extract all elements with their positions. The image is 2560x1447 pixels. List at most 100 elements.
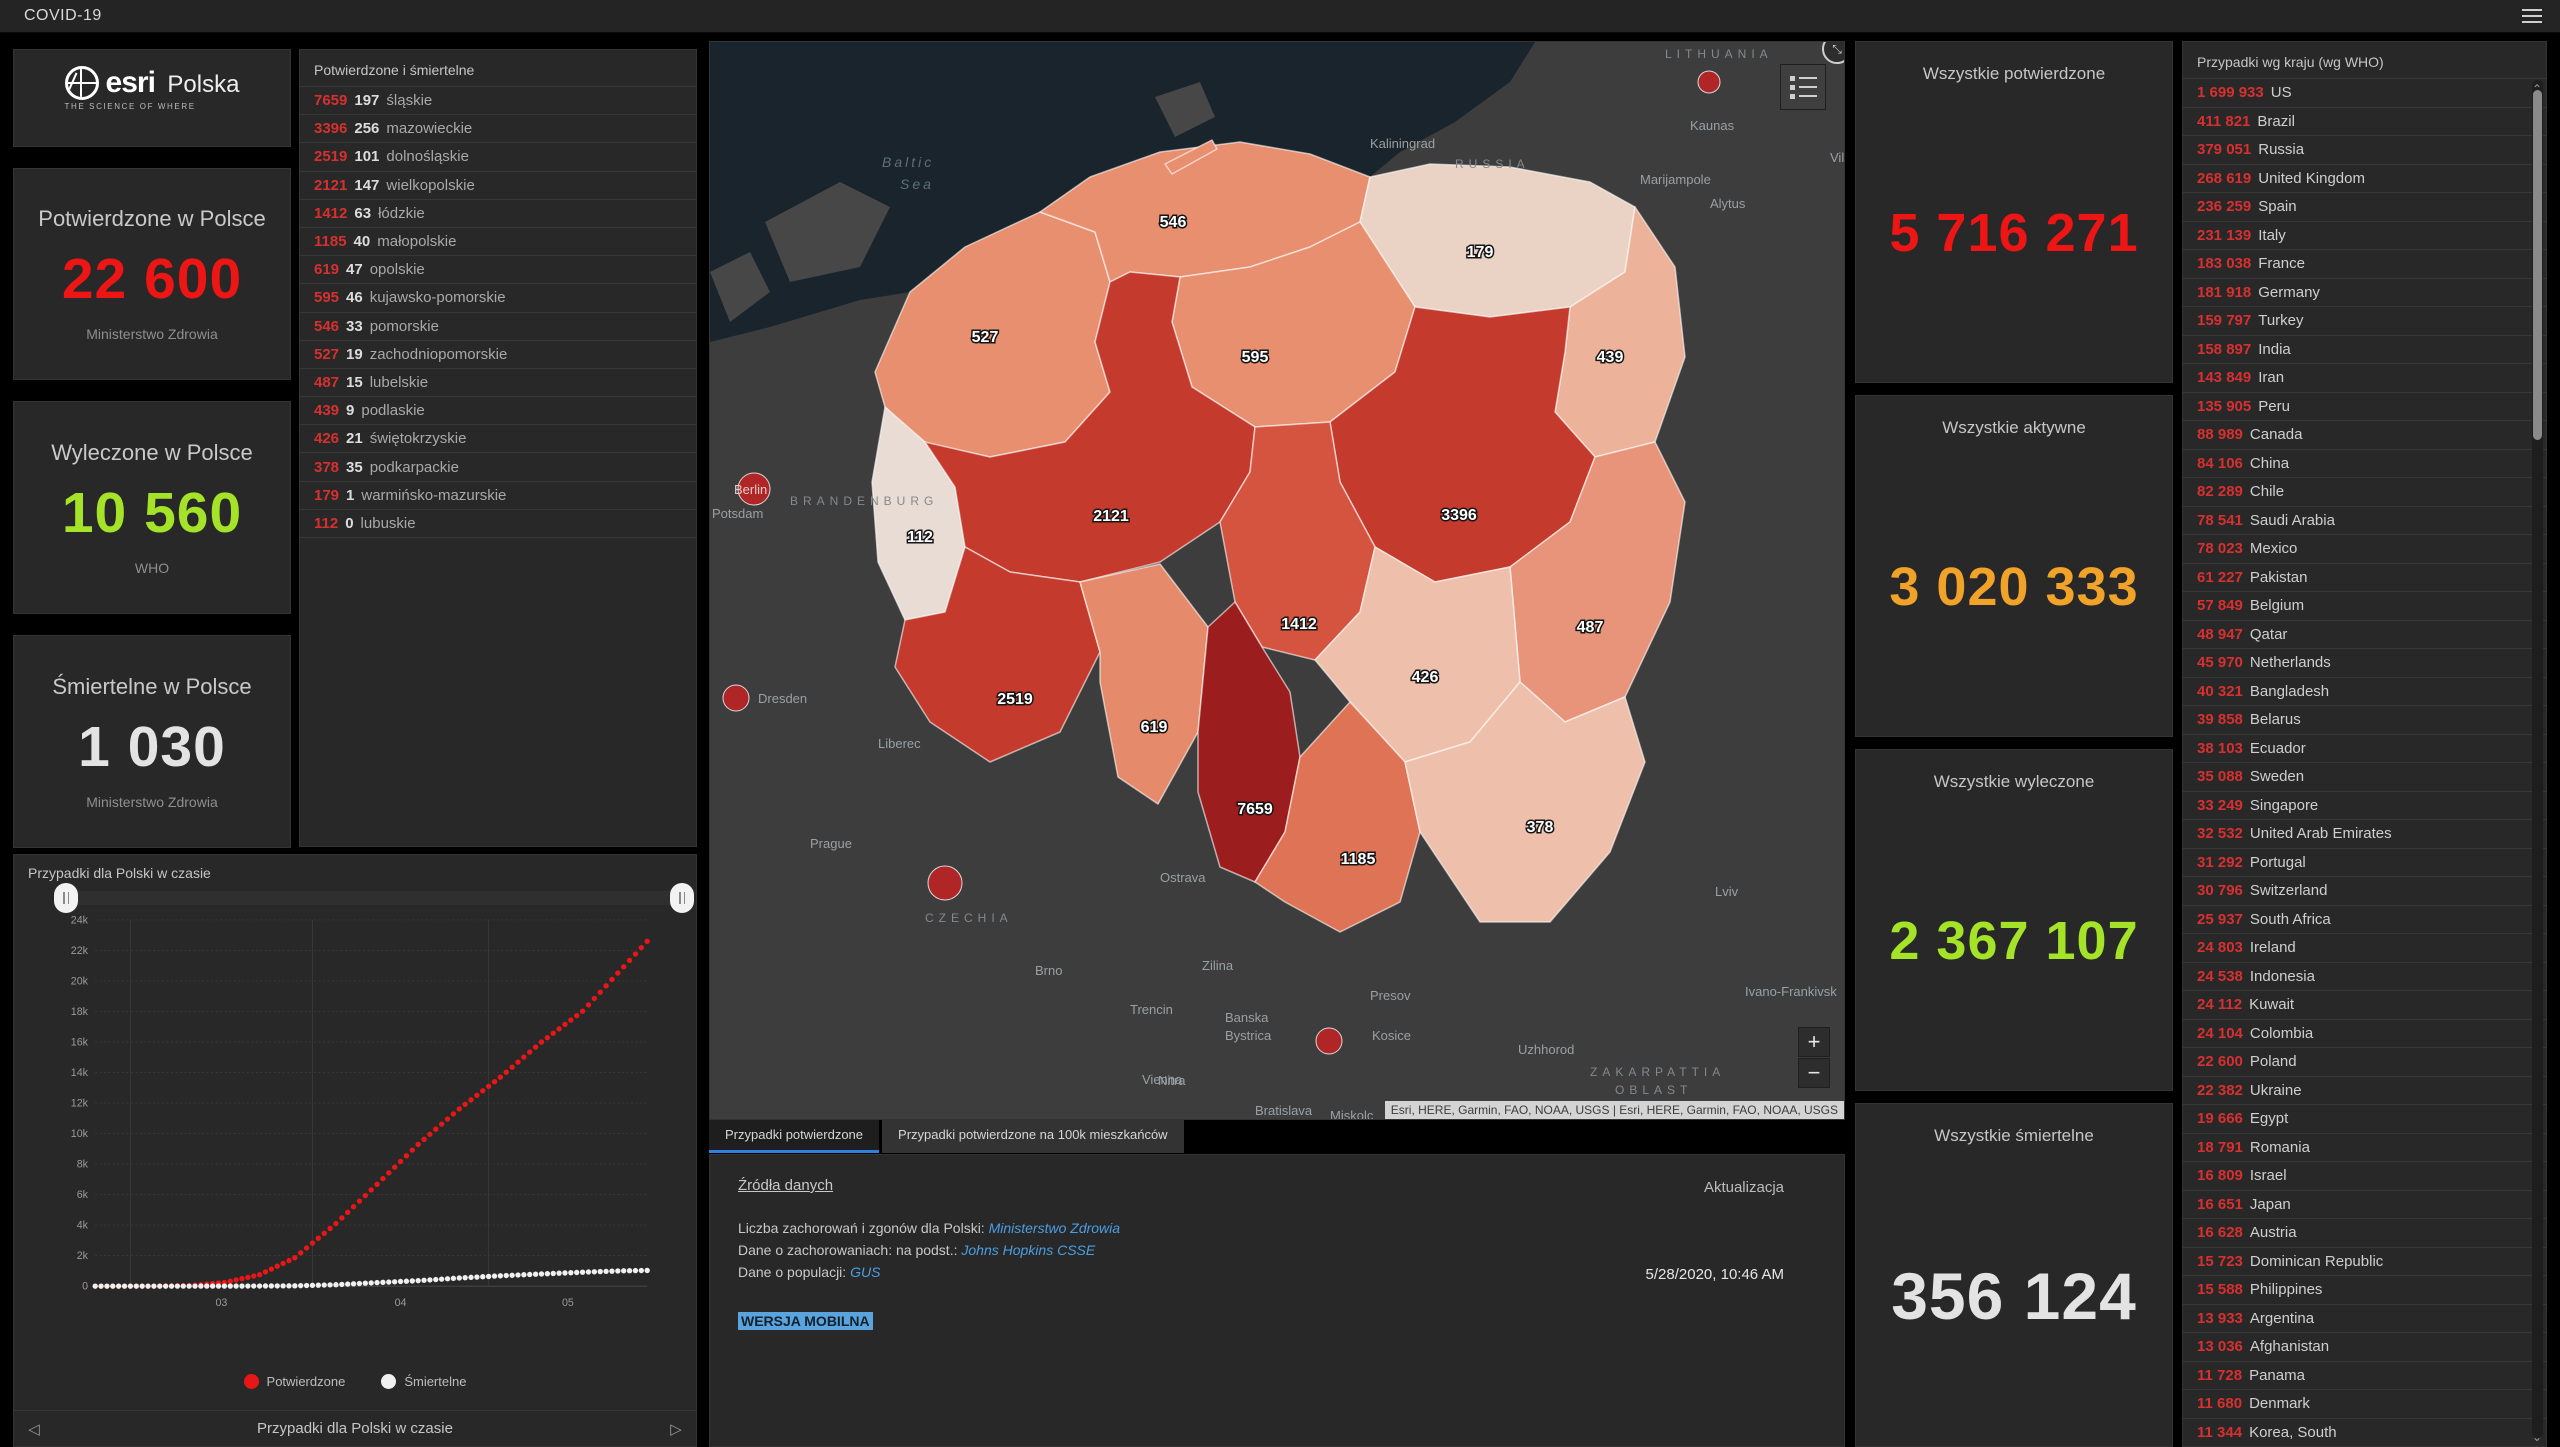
country-row[interactable]: 159 797 Turkey	[2183, 307, 2546, 336]
country-row[interactable]: 236 259 Spain	[2183, 193, 2546, 222]
stat-global-deaths: Wszystkie śmiertelne 356 124	[1855, 1103, 2173, 1447]
chart-prev-icon[interactable]: ◁	[14, 1420, 54, 1438]
country-row[interactable]: 57 849 Belgium	[2183, 592, 2546, 621]
country-row[interactable]: 48 947 Qatar	[2183, 621, 2546, 649]
voivodeship-row[interactable]: 3396 256 mazowieckie	[300, 115, 696, 144]
slider-handle-right[interactable]	[670, 883, 694, 913]
country-row[interactable]: 82 289 Chile	[2183, 478, 2546, 507]
country-row[interactable]: 13 036 Afghanistan	[2183, 1333, 2546, 1362]
voivodeship-row[interactable]: 439 9 podlaskie	[300, 397, 696, 426]
country-row[interactable]: 11 344 Korea, South	[2183, 1419, 2546, 1447]
voivodeship-row[interactable]: 179 1 warmińsko-mazurskie	[300, 482, 696, 510]
country-row[interactable]: 78 023 Mexico	[2183, 535, 2546, 564]
country-row[interactable]: 268 619 United Kingdom	[2183, 165, 2546, 193]
zoom-in-button[interactable]: +	[1798, 1027, 1830, 1057]
country-row[interactable]: 18 791 Romania	[2183, 1134, 2546, 1162]
country-row[interactable]: 33 249 Singapore	[2183, 792, 2546, 820]
country-row[interactable]: 84 106 China	[2183, 450, 2546, 478]
country-row[interactable]: 231 139 Italy	[2183, 222, 2546, 250]
country-row[interactable]: 40 321 Bangladesh	[2183, 678, 2546, 706]
source-link[interactable]: Ministerstwo Zdrowia	[989, 1220, 1120, 1236]
country-row[interactable]: 22 600 Poland	[2183, 1048, 2546, 1077]
svg-text:14k: 14k	[71, 1067, 89, 1079]
country-row[interactable]: 143 849 Iran	[2183, 364, 2546, 393]
scroll-up-icon[interactable]: ⌃	[2532, 82, 2542, 96]
country-row[interactable]: 30 796 Switzerland	[2183, 877, 2546, 906]
country-row[interactable]: 61 227 Pakistan	[2183, 564, 2546, 592]
country-row[interactable]: 11 728 Panama	[2183, 1362, 2546, 1390]
voivodeship-row[interactable]: 112 0 lubuskie	[300, 510, 696, 538]
country-row[interactable]: 16 628 Austria	[2183, 1219, 2546, 1248]
country-row[interactable]: 24 112 Kuwait	[2183, 991, 2546, 1020]
country-row[interactable]: 379 051 Russia	[2183, 136, 2546, 165]
country-row[interactable]: 15 588 Philippines	[2183, 1276, 2546, 1305]
country-row[interactable]: 19 666 Egypt	[2183, 1105, 2546, 1134]
country-row[interactable]: 11 680 Denmark	[2183, 1390, 2546, 1419]
time-range-slider[interactable]	[54, 883, 694, 913]
country-row[interactable]: 183 038 France	[2183, 250, 2546, 279]
stat-label: Wyleczone w Polsce	[51, 439, 253, 465]
country-row[interactable]: 24 538 Indonesia	[2183, 963, 2546, 991]
scroll-down-icon[interactable]: ⌄	[2532, 1430, 2542, 1444]
svg-text:03: 03	[215, 1297, 227, 1309]
country-row[interactable]: 24 104 Colombia	[2183, 1020, 2546, 1048]
country-row[interactable]: 135 905 Peru	[2183, 393, 2546, 421]
voivodeship-row[interactable]: 1185 40 małopolskie	[300, 228, 696, 257]
slider-handle-left[interactable]	[54, 883, 78, 913]
map-panel[interactable]: BalticSeaLITHUANIAKaunasVilniusMarijampo…	[709, 41, 1845, 1120]
country-row[interactable]: 31 292 Portugal	[2183, 849, 2546, 877]
country-row[interactable]: 38 103 Ecuador	[2183, 735, 2546, 763]
country-row[interactable]: 158 897 India	[2183, 336, 2546, 364]
country-row[interactable]: 13 933 Argentina	[2183, 1305, 2546, 1333]
stat-global-confirmed: Wszystkie potwierdzone 5 716 271	[1855, 41, 2173, 383]
voivodeship-row[interactable]: 487 15 lubelskie	[300, 369, 696, 398]
country-row[interactable]: 24 803 Ireland	[2183, 934, 2546, 963]
voivodeship-list: 7659 197 śląskie 3396 256 mazowieckie 2519 101 d…	[300, 86, 696, 538]
country-row[interactable]: 16 809 Israel	[2183, 1162, 2546, 1191]
country-row[interactable]: 35 088 Sweden	[2183, 763, 2546, 792]
country-row[interactable]: 88 989 Canada	[2183, 421, 2546, 450]
tab-active[interactable]: Przypadki potwierdzone	[709, 1120, 880, 1153]
voivodeship-row[interactable]: 595 46 kujawsko-pomorskie	[300, 284, 696, 313]
stat-global-recovered: Wszystkie wyleczone 2 367 107	[1855, 749, 2173, 1091]
hamburger-menu-icon[interactable]	[2522, 5, 2542, 27]
case-bubble	[737, 472, 771, 506]
voivodeship-row[interactable]: 1412 63 łódzkie	[300, 200, 696, 228]
voivodeship-row[interactable]: 546 33 pomorskie	[300, 313, 696, 341]
country-row[interactable]: 411 821 Brazil	[2183, 108, 2546, 136]
legend-item[interactable]: Potwierdzone	[243, 1374, 345, 1389]
source-link[interactable]: GUS	[850, 1264, 880, 1280]
stat-value: 3 020 333	[1889, 557, 2139, 617]
svg-text:4k: 4k	[77, 1220, 89, 1232]
country-row[interactable]: 39 858 Belarus	[2183, 706, 2546, 735]
voivodeship-row[interactable]: 619 47 opolskie	[300, 256, 696, 285]
voivodeship-row[interactable]: 2519 101 dolnośląskie	[300, 143, 696, 172]
stat-source: WHO	[134, 559, 170, 576]
country-row[interactable]: 15 723 Dominican Republic	[2183, 1248, 2546, 1276]
country-row[interactable]: 32 532 United Arab Emirates	[2183, 820, 2546, 849]
country-row[interactable]: 25 937 South Africa	[2183, 906, 2546, 934]
country-row[interactable]: 16 651 Japan	[2183, 1191, 2546, 1219]
mobile-version-link[interactable]: WERSJA MOBILNA	[738, 1312, 873, 1330]
country-row[interactable]: 1 699 933 US	[2183, 79, 2546, 108]
scrollbar-thumb[interactable]	[2533, 90, 2542, 440]
country-list-scrollbar[interactable]	[2532, 80, 2543, 1438]
chart-next-icon[interactable]: ▷	[656, 1420, 696, 1438]
legend-item[interactable]: Śmiertelne	[381, 1374, 466, 1389]
tab-inactive[interactable]: Przypadki potwierdzone na 100k mieszkańc…	[882, 1120, 1184, 1153]
zoom-out-button[interactable]: −	[1798, 1058, 1830, 1088]
country-row[interactable]: 181 918 Germany	[2183, 279, 2546, 307]
logo-region: Polska	[167, 71, 240, 98]
country-row[interactable]: 78 541 Saudi Arabia	[2183, 507, 2546, 535]
country-row[interactable]: 22 382 Ukraine	[2183, 1077, 2546, 1105]
voivodeship-row[interactable]: 426 21 świętokrzyskie	[300, 425, 696, 454]
voivodeship-row[interactable]: 378 35 podkarpackie	[300, 453, 696, 482]
source-link[interactable]: Johns Hopkins CSSE	[961, 1242, 1095, 1258]
voivodeship-row[interactable]: 527 19 zachodniopomorskie	[300, 341, 696, 369]
map-legend-icon[interactable]	[1780, 64, 1826, 110]
chart-title: Przypadki dla Polski w czasie	[28, 865, 211, 881]
voivodeship-row[interactable]: 7659 197 śląskie	[300, 87, 696, 116]
country-row[interactable]: 45 970 Netherlands	[2183, 649, 2546, 678]
voivodeship-list-panel: Potwierdzone i śmiertelne 7659 197 śląskie…	[299, 49, 697, 847]
voivodeship-row[interactable]: 2121 147 wielkopolskie	[300, 172, 696, 200]
